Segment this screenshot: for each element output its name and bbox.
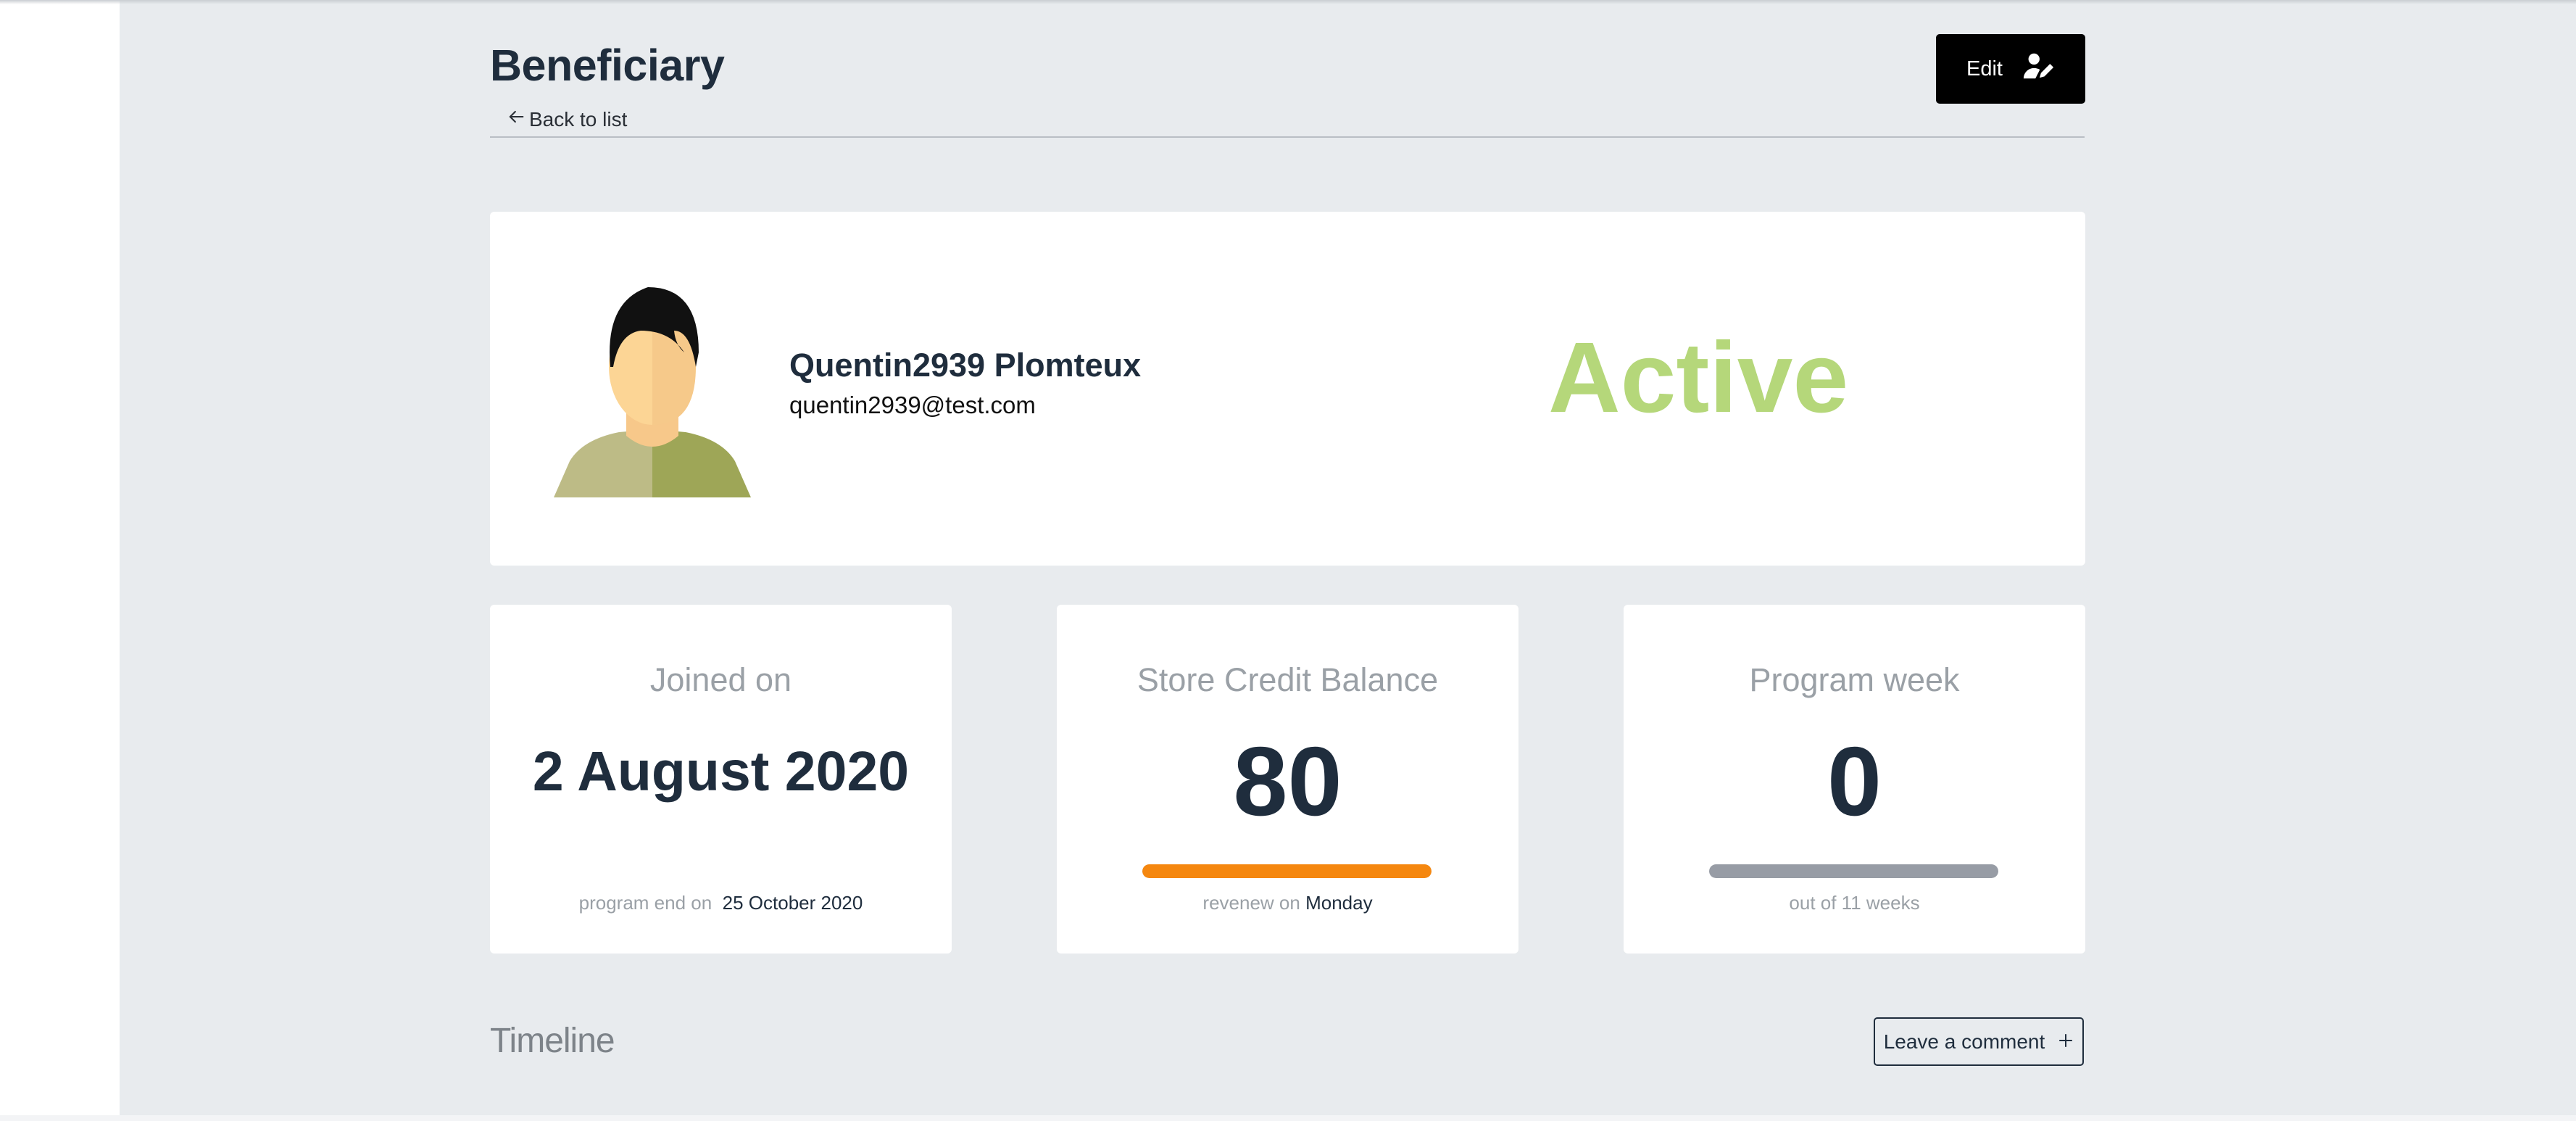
- program-week-progress: [1709, 864, 1998, 878]
- page-title: Beneficiary: [490, 41, 725, 90]
- sidebar: [0, 0, 120, 1121]
- renew-label: revenew on: [1202, 892, 1300, 914]
- program-end-label: program end on: [578, 892, 712, 914]
- store-credit-value: 80: [1233, 727, 1342, 836]
- edit-button[interactable]: Edit: [1936, 34, 2085, 104]
- back-to-list-link[interactable]: Back to list: [506, 107, 627, 132]
- store-credit-progress-fill: [1142, 864, 1432, 878]
- beneficiary-email: quentin2939@test.com: [789, 392, 1036, 418]
- leave-comment-label: Leave a comment: [1883, 1030, 2045, 1053]
- renew-info: revenew on Monday: [1057, 892, 1518, 914]
- plus-icon: [2058, 1030, 2074, 1054]
- program-week-card: Program week 0 out of 11 weeks: [1624, 605, 2085, 954]
- edit-button-label: Edit: [1966, 57, 2003, 80]
- top-shadow: [0, 0, 2576, 4]
- joined-title: Joined on: [649, 661, 792, 698]
- program-end: program end on 25 October 2020: [490, 892, 952, 914]
- store-credit-card: Store Credit Balance 80 revenew on Monda…: [1057, 605, 1518, 954]
- renew-day: Monday: [1305, 892, 1373, 914]
- program-week-title: Program week: [1749, 661, 1960, 698]
- timeline-title: Timeline: [490, 1022, 615, 1060]
- status-badge: Active: [1548, 322, 1849, 434]
- store-credit-progress: [1142, 864, 1432, 878]
- bottom-edge: [0, 1115, 2576, 1121]
- avatar: [554, 287, 751, 497]
- program-week-total: out of 11 weeks: [1789, 892, 1920, 914]
- user-edit-icon: [2022, 49, 2055, 88]
- joined-date: 2 August 2020: [532, 740, 910, 803]
- joined-card: Joined on 2 August 2020 program end on 2…: [490, 605, 952, 954]
- arrow-left-icon: [506, 107, 526, 132]
- header-divider: [490, 136, 2085, 138]
- profile-card: Quentin2939 Plomteux quentin2939@test.co…: [490, 212, 2085, 566]
- leave-comment-button[interactable]: Leave a comment: [1874, 1017, 2084, 1066]
- program-week-value: 0: [1827, 727, 1882, 836]
- store-credit-title: Store Credit Balance: [1137, 661, 1439, 698]
- back-to-list-label: Back to list: [529, 107, 628, 131]
- beneficiary-name: Quentin2939 Plomteux: [789, 347, 1142, 384]
- program-end-date: 25 October 2020: [722, 892, 863, 914]
- program-week-progress-fill: [1709, 864, 1998, 878]
